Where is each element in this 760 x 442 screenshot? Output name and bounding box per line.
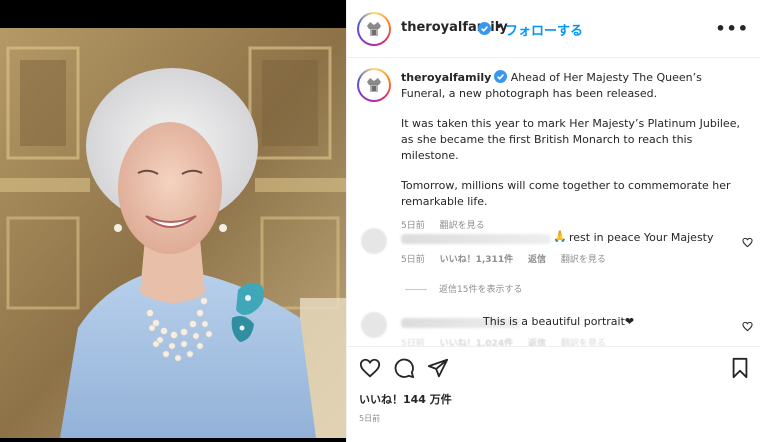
post-photo[interactable] [0, 28, 346, 438]
comment-translate-link[interactable]: 翻訳を見る [561, 255, 606, 265]
view-replies-label: 返信15件を表示する [439, 285, 523, 295]
comment-text: rest in peace Your Majesty [569, 231, 714, 244]
more-options-icon[interactable]: ••• [715, 19, 749, 38]
replies-line [405, 289, 427, 290]
post-sidebar: theroyalfamily • フォローする ••• theroyalfami… [346, 0, 760, 442]
caption-username[interactable]: theroyalfamily [401, 71, 491, 84]
caption-paragraph-2: It was taken this year to mark Her Majes… [401, 117, 740, 162]
header-username[interactable]: theroyalfamily [401, 20, 508, 35]
share-icon[interactable] [427, 357, 449, 379]
comment-username-blurred[interactable] [401, 234, 551, 244]
royal-crest-icon [367, 78, 381, 92]
post-header: theroyalfamily • フォローする ••• [347, 0, 760, 58]
caption-time: 5日前 [401, 221, 425, 231]
royal-crest-icon [367, 22, 381, 36]
profile-avatar[interactable] [357, 12, 391, 46]
comment-reply-button[interactable]: 返信 [528, 255, 546, 265]
header-separator: • [495, 20, 503, 35]
verified-badge-icon [494, 70, 508, 83]
comment-meta: 5日前 いいね！1,311件 返信 翻訳を見る [401, 252, 618, 265]
caption-paragraph-3: Tomorrow, millions will come together to… [401, 179, 731, 208]
bookmark-icon[interactable] [729, 357, 751, 379]
comment-text: This is a beautiful portrait❤ [483, 315, 635, 328]
caption-text: theroyalfamily Ahead of Her Majesty The … [401, 70, 741, 234]
comment-avatar[interactable] [361, 228, 387, 254]
verified-badge-icon [478, 22, 491, 35]
comment-avatar[interactable] [361, 312, 387, 338]
follow-button[interactable]: フォローする [505, 20, 583, 39]
view-replies-button[interactable]: 返信15件を表示する [405, 282, 522, 295]
caption-translate-link[interactable]: 翻訳を見る [440, 221, 485, 231]
photo-top-bar [0, 0, 346, 28]
post-photo-pane [0, 0, 346, 442]
heart-icon[interactable] [359, 357, 381, 379]
post-actions-bar: いいね！144 万件 5日前 [347, 346, 760, 442]
post-time[interactable]: 5日前 [359, 413, 380, 424]
comment-like-heart-icon[interactable] [742, 237, 753, 248]
caption-avatar[interactable] [357, 68, 391, 102]
comment-like-heart-icon[interactable] [742, 321, 753, 332]
likes-count[interactable]: いいね！144 万件 [359, 391, 452, 407]
comment-emoji: 🙏 [553, 230, 567, 243]
comment-likes[interactable]: いいね！1,311件 [440, 255, 513, 265]
comment-icon[interactable] [393, 357, 415, 379]
comment-time: 5日前 [401, 255, 425, 265]
